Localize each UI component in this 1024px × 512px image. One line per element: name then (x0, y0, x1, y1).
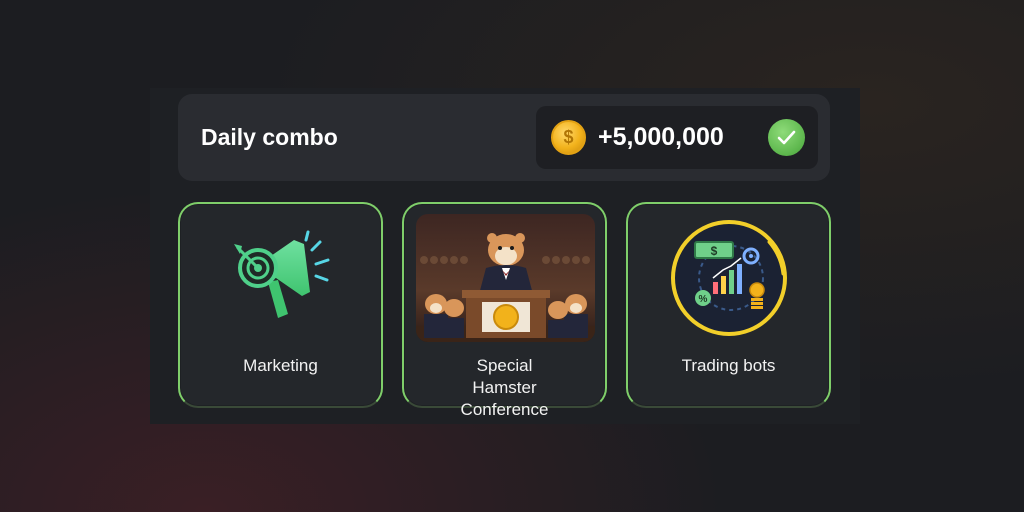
reward-amount: +5,000,000 (598, 123, 724, 151)
hamster-conference-image (416, 214, 595, 342)
reward-badge: $ +5,000,000 (536, 106, 818, 169)
megaphone-target-icon (232, 230, 332, 326)
card-label-marketing: Marketing (243, 356, 318, 375)
trading-bots-icon: $ % (669, 218, 791, 340)
svg-text:%: % (699, 294, 708, 305)
card-label-trading-bots: Trading bots (681, 356, 776, 375)
coin-icon: $ (551, 120, 586, 155)
daily-combo-header: Daily combo $ +5,000,000 (178, 94, 830, 181)
card-label-conference: Special Hamster Conference (460, 356, 549, 419)
checkmark-icon (768, 119, 805, 156)
svg-text:$: $ (711, 244, 718, 258)
combo-card-conference[interactable]: Special Hamster Conference (402, 202, 607, 419)
combo-card-trading-bots[interactable]: $ % Trading bots (626, 202, 831, 408)
daily-combo-title: Daily combo (201, 124, 338, 150)
combo-card-marketing[interactable]: Marketing (178, 202, 383, 408)
